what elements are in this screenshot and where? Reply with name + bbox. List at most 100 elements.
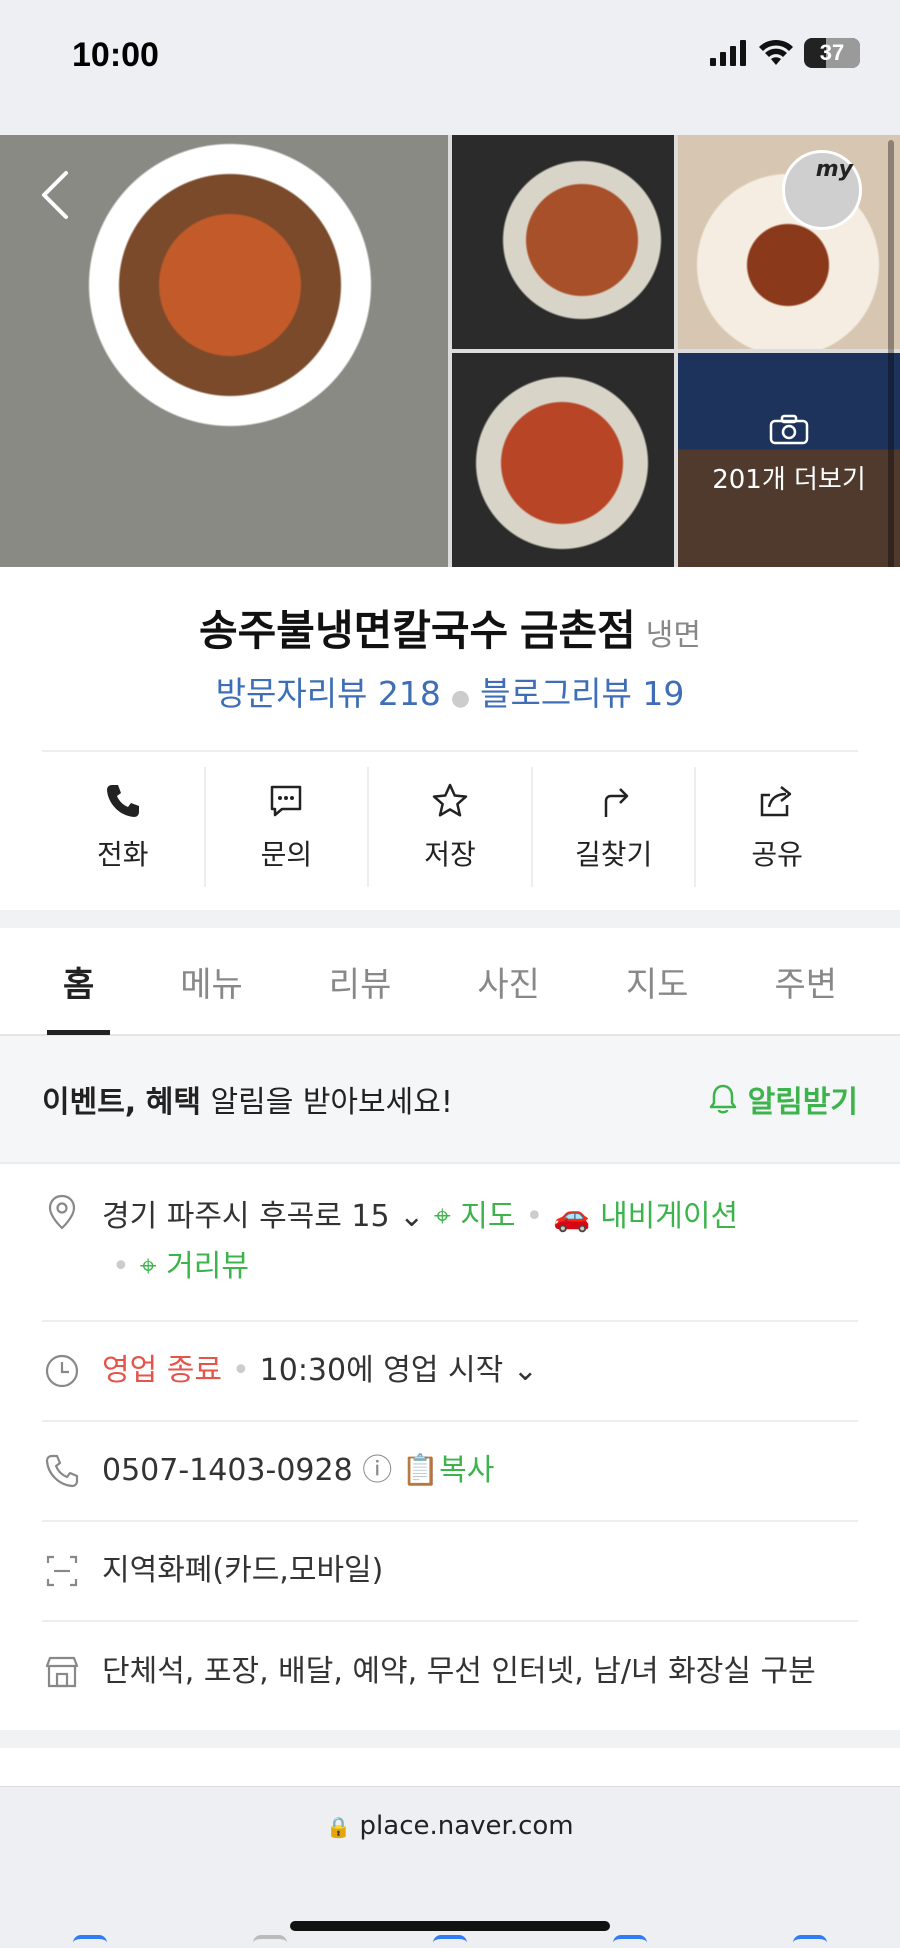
amenities-row: 단체석, 포장, 배달, 예약, 무선 인터넷, 남/녀 화장실 구분 [42,1622,858,1722]
store-icon [45,1656,79,1688]
amenities-text: 단체석, 포장, 배달, 예약, 무선 인터넷, 남/녀 화장실 구분 [102,1654,816,1689]
business-hours: 10:30에 영업 시작 [259,1353,504,1388]
section-gap [0,910,900,928]
photo-gallery[interactable]: 201개 더보기 [0,135,900,567]
chat-icon [271,785,302,817]
tab-nearby[interactable]: 주변 [754,927,857,1035]
event-bold-2: 혜택 [145,1085,201,1120]
review-counts: 방문자리뷰 218 ● 블로그리뷰 19 [0,667,900,715]
call-button[interactable]: 전화 [42,767,204,887]
separator-dot: • [231,1353,250,1388]
place-info: 송주불냉면칼국수 금촌점 냉면 방문자리뷰 218 ● 블로그리뷰 19 전화 문의 … [0,567,900,910]
event-text: 이벤트, 혜택 알림을 받아보세요! [42,1077,453,1121]
back-nav-icon[interactable] [73,1935,107,1948]
street-view-link[interactable]: ⌖ 거리뷰 [140,1249,249,1284]
divider [42,750,858,752]
chevron-down-icon[interactable]: ⌄ [399,1199,424,1234]
phone-number[interactable]: 0507-1403-0928 [102,1453,353,1488]
copy-label: 복사 [439,1453,495,1488]
phone-icon [106,785,139,817]
camera-icon [678,413,900,453]
photo-thumb-1[interactable] [452,135,674,349]
url-text: place.naver.com [359,1811,574,1841]
info-icon[interactable]: ⓘ [362,1453,392,1488]
title-row: 송주불냉면칼국수 금촌점 냉면 [0,597,900,658]
call-label: 전화 [97,838,149,871]
star-icon [432,783,468,817]
tabs-icon[interactable] [793,1935,827,1948]
share-button[interactable]: 공유 [694,767,858,887]
action-bar: 전화 문의 저장 길찾기 공유 [42,767,858,887]
business-status: 영업 종료 [102,1353,222,1388]
my-profile-badge[interactable]: my [782,150,862,230]
navigation-label: 내비게이션 [600,1199,739,1234]
bell-icon [709,1084,736,1114]
tab-bar: 홈 메뉴 리뷰 사진 지도 주변 [0,928,900,1036]
share-icon [760,786,792,817]
address[interactable]: 경기 파주시 후곡로 15 [102,1199,390,1234]
address-bar[interactable]: 🔒 place.naver.com [0,1811,900,1841]
back-icon[interactable] [38,170,72,229]
street-view-label: 거리뷰 [166,1249,249,1284]
details-section: 경기 파주시 후곡로 15 ⌄ ⌖ 지도 • 🚗 내비게이션 • ⌖ 거리뷰 영업 종… [0,1164,900,1730]
separator-dot: • [525,1199,544,1234]
tab-menu[interactable]: 메뉴 [160,927,263,1035]
place-category: 냉면 [645,618,701,653]
blog-review-link[interactable]: 블로그리뷰 19 [480,674,684,713]
place-name: 송주불냉면칼국수 금촌점 [199,607,636,654]
tab-map[interactable]: 지도 [606,927,709,1035]
event-rest: 알림을 받아보세요! [210,1085,453,1120]
forward-nav-icon[interactable] [253,1935,287,1948]
tab-reviews[interactable]: 리뷰 [309,927,412,1035]
status-bar: 10:00 37 [0,0,900,135]
tab-home[interactable]: 홈 [43,927,114,1035]
directions-icon [604,788,628,817]
wifi-icon [759,39,793,65]
share-nav-icon[interactable] [433,1935,467,1948]
bookmarks-icon[interactable] [613,1935,647,1948]
section-gap [0,1730,900,1748]
clock-icon [45,1354,79,1388]
share-label: 공유 [751,838,803,871]
phone-text: 0507-1403-0928 ⓘ 📋복사 [102,1446,494,1496]
photo-more[interactable]: 201개 더보기 [678,353,900,567]
payment-row: 지역화폐(카드,모바일) [42,1522,858,1622]
chevron-down-icon[interactable]: ⌄ [513,1353,538,1388]
copy-button[interactable]: 📋복사 [402,1453,495,1488]
navigation-link[interactable]: 🚗 내비게이션 [553,1199,738,1234]
browser-toolbar [0,1935,900,1948]
map-link[interactable]: ⌖ 지도 [434,1199,516,1234]
map-label: 지도 [460,1199,516,1234]
signal-icon [710,40,746,66]
home-indicator[interactable] [290,1921,610,1931]
event-banner: 이벤트, 혜택 알림을 받아보세요! 알림받기 [0,1036,900,1164]
status-icons: 37 [710,38,860,68]
clock: 10:00 [72,36,159,74]
inquiry-label: 문의 [260,838,313,871]
phone-outline-icon [45,1454,79,1488]
visitor-review-link[interactable]: 방문자리뷰 218 [216,674,441,713]
directions-label: 길찾기 [574,838,653,871]
battery-level: 37 [819,40,845,65]
directions-button[interactable]: 길찾기 [530,767,695,887]
separator-dot: • [112,1249,130,1284]
location-pin-icon [48,1194,76,1230]
browser-bar: 🔒 place.naver.com [0,1786,900,1948]
address-text: 경기 파주시 후곡로 15 ⌄ ⌖ 지도 • 🚗 내비게이션 • ⌖ 거리뷰 [102,1192,738,1292]
hours-text: 영업 종료 • 10:30에 영업 시작 ⌄ [102,1346,538,1396]
separator-dot: ● [450,686,471,711]
save-label: 저장 [424,838,476,871]
save-button[interactable]: 저장 [367,767,531,887]
tab-photos[interactable]: 사진 [457,927,560,1035]
phone-row: 0507-1403-0928 ⓘ 📋복사 [42,1422,858,1522]
inquiry-button[interactable]: 문의 [203,767,368,887]
battery-icon: 37 [804,38,860,68]
hours-row[interactable]: 영업 종료 • 10:30에 영업 시작 ⌄ [42,1322,858,1422]
photo-thumb-3[interactable] [452,353,674,567]
scan-icon [46,1555,78,1587]
next-section-peek [0,1748,900,1786]
notify-label: 알림받기 [747,1085,858,1120]
my-badge-label: my [815,157,853,182]
address-row: 경기 파주시 후곡로 15 ⌄ ⌖ 지도 • 🚗 내비게이션 • ⌖ 거리뷰 [42,1192,858,1322]
notify-button[interactable]: 알림받기 [706,1077,858,1121]
